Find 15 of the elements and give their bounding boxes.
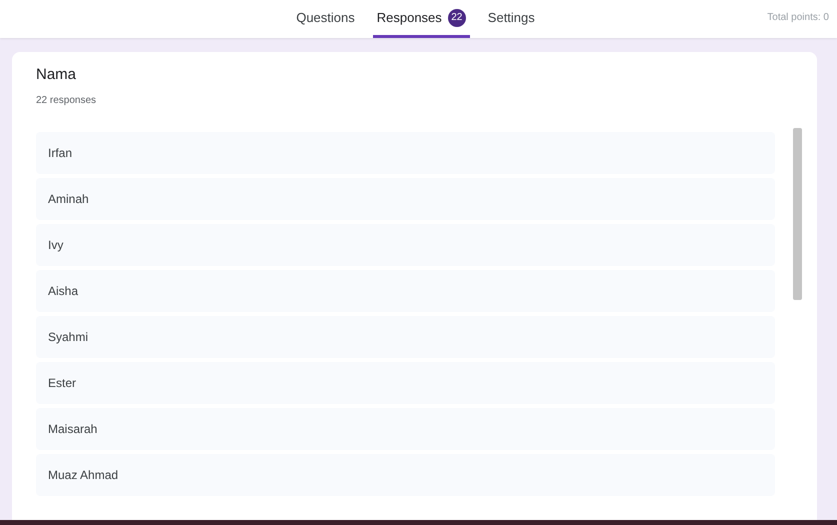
question-title: Nama [36,66,78,83]
response-item: Maisarah [36,408,775,450]
response-item: Ivy [36,224,775,266]
tab[interactable]: Responses 22 [372,0,470,38]
response-item: Ester [36,362,775,404]
response-item: Syahmi [36,316,775,358]
response-item: Aminah [36,178,775,220]
total-points: Total points: 0 [767,12,829,23]
response-item: Irfan [36,132,775,174]
response-count: 22 responses [36,95,98,106]
response-item: Aisha [36,270,775,312]
scrollbar[interactable] [793,128,802,300]
response-item: Muaz Ahmad [36,454,775,496]
tab[interactable]: Settings [484,0,539,38]
tab[interactable]: Questions [292,0,359,38]
